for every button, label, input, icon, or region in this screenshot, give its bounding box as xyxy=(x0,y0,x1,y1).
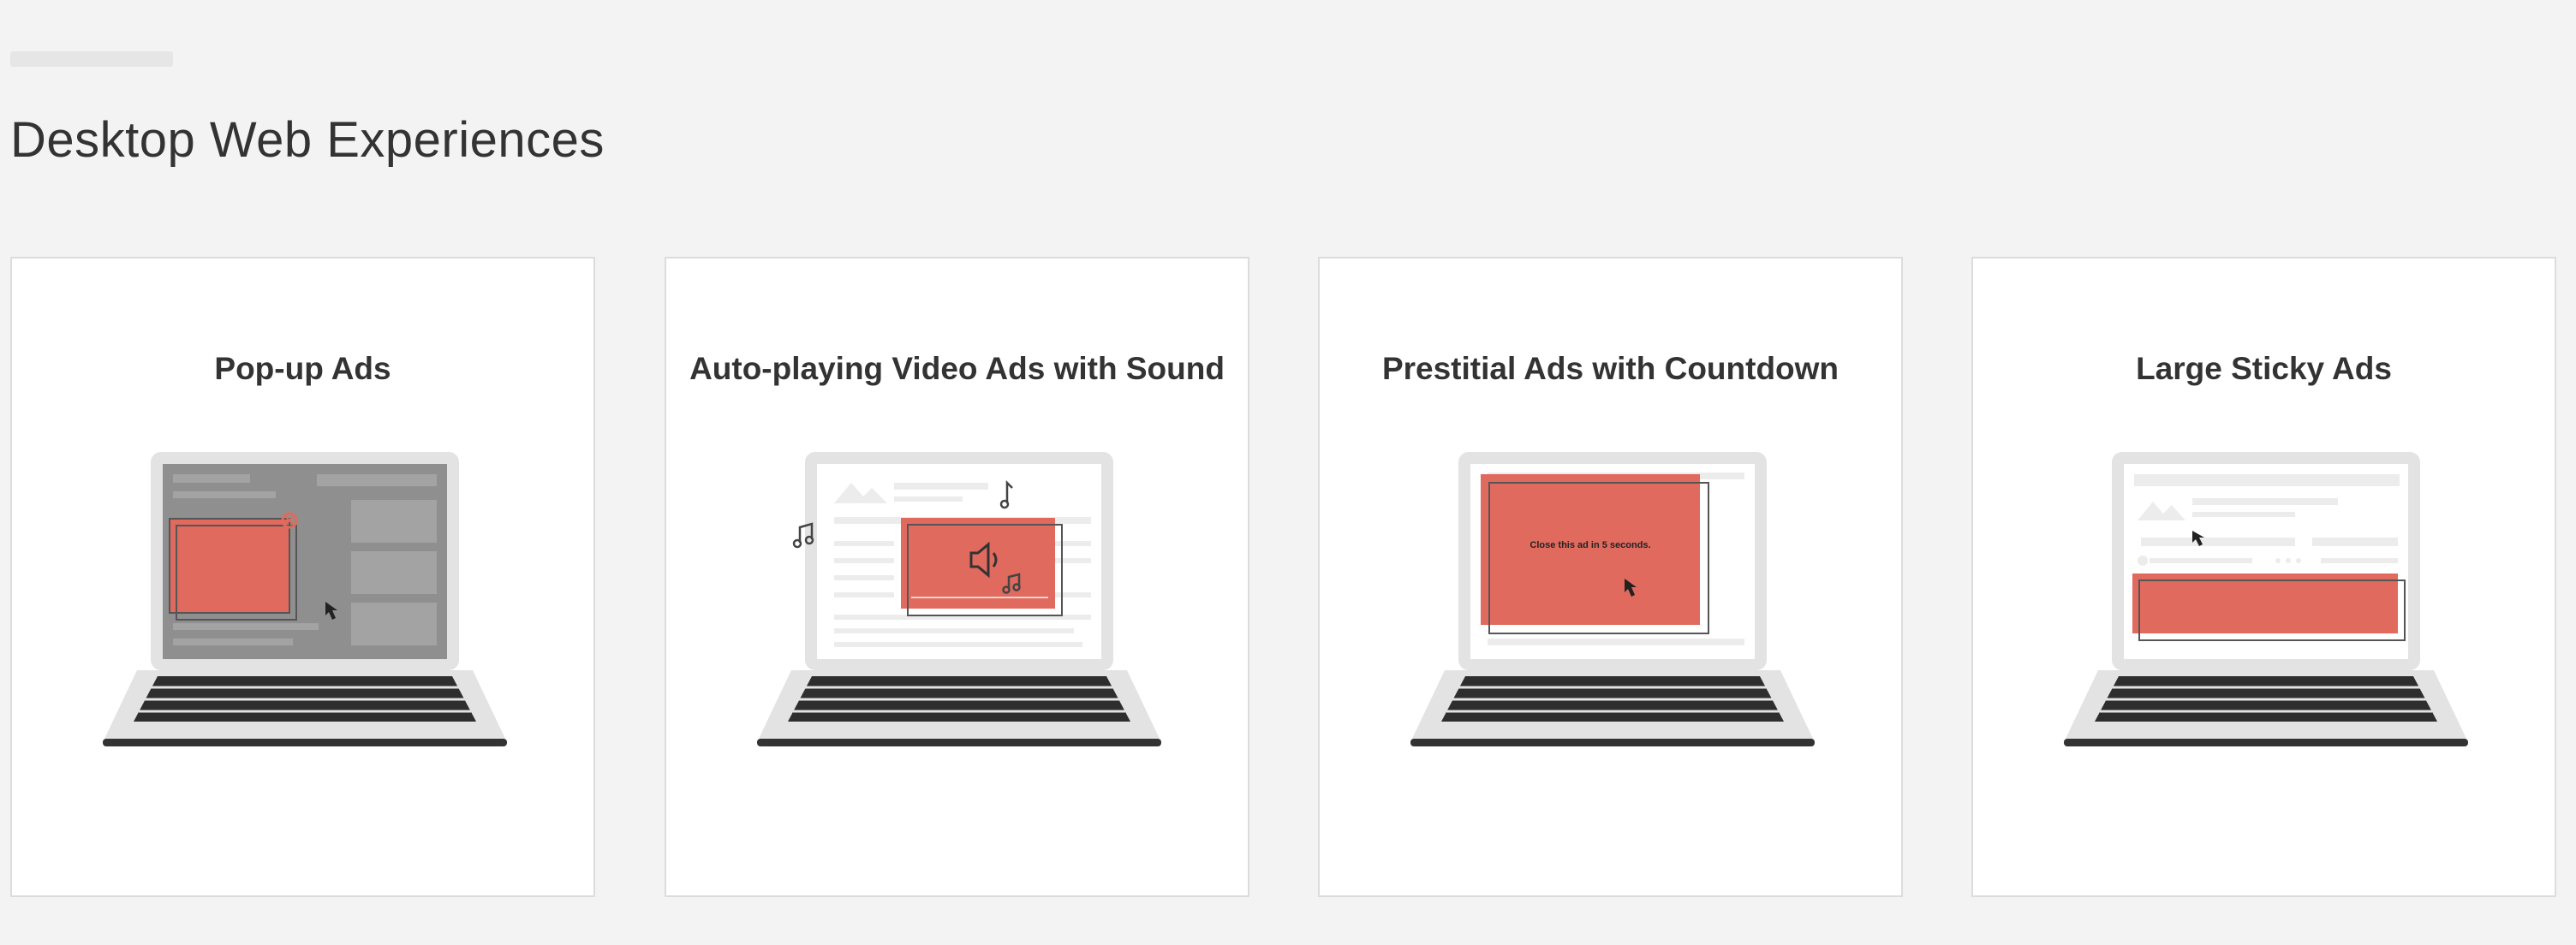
card-autoplay-video-ads[interactable]: Auto-playing Video Ads with Sound xyxy=(665,257,1249,897)
card-popup-ads[interactable]: Pop-up Ads xyxy=(10,257,595,897)
card-prestitial-ads[interactable]: Prestitial Ads with Countdown Close this… xyxy=(1318,257,1903,897)
experience-cards: Pop-up Ads Auto-playing Video Ads with S… xyxy=(10,257,2566,900)
card-title: Prestitial Ads with Countdown xyxy=(1381,351,1840,386)
laptop-prestitial-illustration: Close this ad in 5 seconds. xyxy=(1410,452,1815,760)
prestitial-countdown-text: Close this ad in 5 seconds. xyxy=(1530,540,1650,550)
laptop-sticky-ad-illustration xyxy=(2064,452,2468,760)
card-title: Pop-up Ads xyxy=(214,351,391,386)
top-placeholder-bar xyxy=(10,51,173,67)
laptop-autoplay-video-illustration xyxy=(757,452,1161,760)
card-sticky-ads[interactable]: Large Sticky Ads xyxy=(1971,257,2556,897)
section-title: Desktop Web Experiences xyxy=(10,112,605,168)
card-title: Large Sticky Ads xyxy=(2136,351,2392,386)
card-title: Auto-playing Video Ads with Sound xyxy=(689,351,1225,386)
laptop-popup-ad-illustration xyxy=(103,452,507,760)
